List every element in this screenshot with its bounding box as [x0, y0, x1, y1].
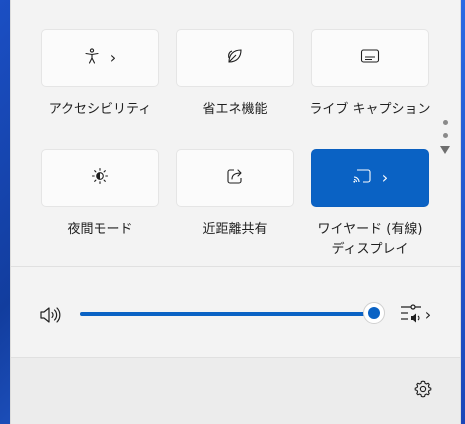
speaker-icon[interactable] — [36, 303, 64, 327]
night-light-icon — [91, 167, 109, 189]
chevron-right-icon: › — [109, 48, 117, 67]
tile-wired-display[interactable]: › — [311, 149, 429, 207]
page-down-arrow-icon[interactable] — [440, 146, 450, 154]
accessibility-icon — [84, 48, 100, 68]
tile-night-light-label: 夜間モード — [67, 222, 133, 237]
tile-accessibility[interactable]: › — [41, 29, 159, 87]
audio-output-button[interactable]: › — [395, 303, 435, 327]
audio-output-icon — [399, 302, 423, 328]
footer-bar — [11, 358, 460, 424]
page-indicator[interactable] — [439, 120, 451, 154]
tile-wired-display-label-line2: ディスプレイ — [331, 242, 409, 257]
leaf-icon — [226, 47, 244, 69]
tile-live-captions-label: ライブ キャプション — [309, 102, 431, 117]
tile-nearby-sharing[interactable] — [176, 149, 294, 207]
chevron-right-icon: › — [381, 168, 389, 187]
tile-wired-display-label-line1: ワイヤード (有線) — [317, 222, 423, 237]
settings-button[interactable] — [409, 377, 437, 405]
chevron-right-icon: › — [424, 305, 432, 324]
captions-icon — [360, 48, 380, 68]
page-dot[interactable] — [442, 120, 448, 125]
volume-slider-thumb[interactable] — [363, 302, 385, 324]
share-icon — [226, 167, 244, 189]
tile-accessibility-label: アクセシビリティ — [48, 102, 152, 117]
gear-icon — [413, 379, 433, 403]
tile-energy-saver-label: 省エネ機能 — [202, 102, 268, 117]
quick-settings-panel: › アクセシビリティ 省エネ機能 ライブ キャプション › 夜間モード 近距離共… — [10, 0, 461, 424]
volume-slider[interactable] — [80, 312, 374, 316]
tile-live-captions[interactable] — [311, 29, 429, 87]
volume-slider-fill — [80, 312, 374, 316]
tile-energy-saver[interactable] — [176, 29, 294, 87]
tile-night-light[interactable] — [41, 149, 159, 207]
divider — [11, 266, 460, 267]
tile-wired-display-label: ワイヤード (有線) ディスプレイ — [302, 220, 438, 260]
tile-nearby-sharing-label: 近距離共有 — [202, 222, 268, 237]
page-dot[interactable] — [442, 133, 448, 138]
cast-icon — [352, 168, 372, 188]
